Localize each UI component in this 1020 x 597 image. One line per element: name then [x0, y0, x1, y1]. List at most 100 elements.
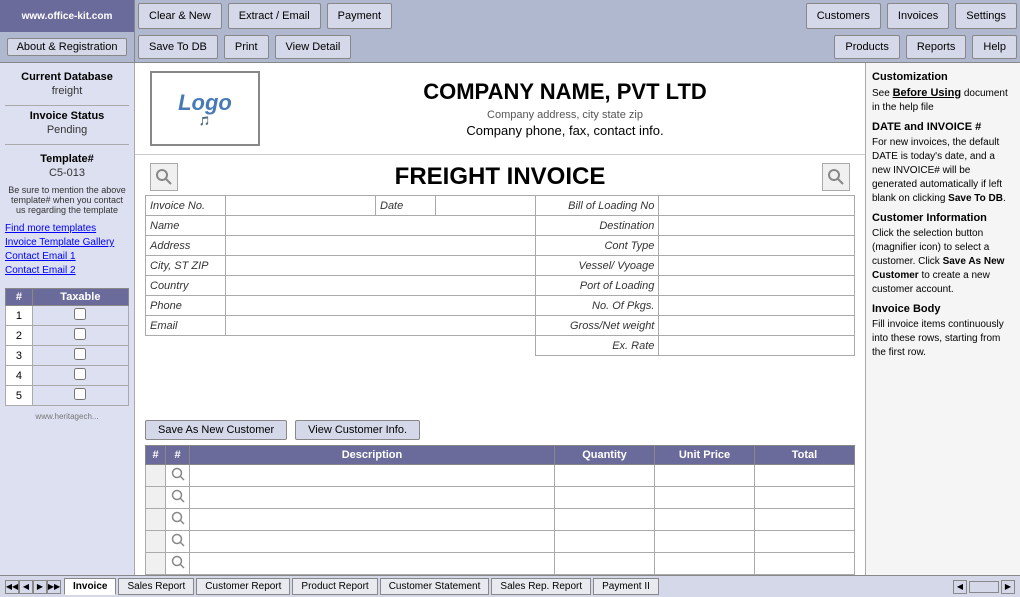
tab-sales-rep-report[interactable]: Sales Rep. Report	[491, 578, 591, 595]
body-unit-price-input[interactable]	[655, 553, 755, 575]
body-unit-price-input[interactable]	[655, 465, 755, 487]
invoice-no-input[interactable]	[226, 196, 376, 216]
find-templates-link[interactable]: Find more templates	[5, 223, 129, 234]
country-input[interactable]	[226, 276, 536, 296]
cont-type-label: Cont Type	[536, 236, 659, 256]
row-checkbox[interactable]	[32, 326, 128, 346]
contact-email-1-link[interactable]: Contact Email 1	[5, 251, 129, 262]
body-quantity-input[interactable]	[555, 509, 655, 531]
form-row: Address Cont Type	[146, 236, 855, 256]
invoices-button[interactable]: Invoices	[887, 3, 949, 29]
customers-button[interactable]: Customers	[806, 3, 881, 29]
body-quantity-input[interactable]	[555, 487, 655, 509]
tab-nav-next[interactable]: ▶	[33, 580, 47, 594]
payment-button[interactable]: Payment	[327, 3, 392, 29]
num-pkgs-input[interactable]	[659, 296, 855, 316]
print-button[interactable]: Print	[224, 35, 269, 59]
body-total-input[interactable]	[755, 487, 855, 509]
body-total-input[interactable]	[755, 465, 855, 487]
row-checkbox[interactable]	[32, 386, 128, 406]
ex-rate-input[interactable]	[659, 336, 855, 356]
body-total-input[interactable]	[755, 553, 855, 575]
tab-payment-ii[interactable]: Payment II	[593, 578, 659, 595]
body-row-icon[interactable]	[166, 509, 190, 531]
port-loading-input[interactable]	[659, 276, 855, 296]
reports-button[interactable]: Reports	[906, 35, 967, 59]
customization-text: See Before Using document in the help fi…	[872, 86, 1014, 115]
about-registration-button[interactable]: About & Registration	[7, 38, 127, 56]
tab-customer-report[interactable]: Customer Report	[196, 578, 290, 595]
body-description-input[interactable]	[190, 487, 555, 509]
view-detail-button[interactable]: View Detail	[275, 35, 352, 59]
save-to-db-button[interactable]: Save To DB	[138, 35, 218, 59]
contact-email-2-link[interactable]: Contact Email 2	[5, 265, 129, 276]
body-row	[146, 487, 855, 509]
tab-customer-statement[interactable]: Customer Statement	[380, 578, 490, 595]
city-input[interactable]	[226, 256, 536, 276]
body-description-input[interactable]	[190, 509, 555, 531]
tab-nav-last[interactable]: ▶▶	[47, 580, 61, 594]
phone-input[interactable]	[226, 296, 536, 316]
body-row-icon[interactable]	[166, 465, 190, 487]
body-total-input[interactable]	[755, 531, 855, 553]
body-row-icon[interactable]	[166, 553, 190, 575]
tab-sales-report[interactable]: Sales Report	[118, 578, 194, 595]
tab-product-report[interactable]: Product Report	[292, 578, 377, 595]
email-input[interactable]	[226, 316, 536, 336]
tab-nav-first[interactable]: ◀◀	[5, 580, 19, 594]
scrollbar-right[interactable]: ▶	[1001, 580, 1015, 594]
products-button[interactable]: Products	[834, 35, 899, 59]
name-input[interactable]	[226, 216, 536, 236]
row-checkbox[interactable]	[32, 346, 128, 366]
website-label: www.office-kit.com	[22, 11, 113, 22]
magnifier-right-icon[interactable]	[822, 163, 850, 191]
body-quantity-input[interactable]	[555, 531, 655, 553]
body-quantity-input[interactable]	[555, 553, 655, 575]
help-button[interactable]: Help	[972, 35, 1017, 59]
row-checkbox[interactable]	[32, 306, 128, 326]
body-unit-price-input[interactable]	[655, 531, 755, 553]
body-description-input[interactable]	[190, 465, 555, 487]
template-gallery-link[interactable]: Invoice Template Gallery	[5, 237, 129, 248]
tab-nav-prev[interactable]: ◀	[19, 580, 33, 594]
scrollbar-left[interactable]: ◀	[953, 580, 967, 594]
scrollbar-thumb[interactable]	[969, 581, 999, 593]
gross-weight-input[interactable]	[659, 316, 855, 336]
body-total-input[interactable]	[755, 509, 855, 531]
address-input[interactable]	[226, 236, 536, 256]
view-customer-info-button[interactable]: View Customer Info.	[295, 420, 420, 440]
row-num: 5	[6, 386, 33, 406]
date-input[interactable]	[436, 196, 536, 216]
body-row	[146, 531, 855, 553]
bill-of-loading-input[interactable]	[659, 196, 855, 216]
save-as-new-customer-button[interactable]: Save As New Customer	[145, 420, 287, 440]
vessel-input[interactable]	[659, 256, 855, 276]
date-label: Date	[376, 196, 436, 216]
body-description-input[interactable]	[190, 553, 555, 575]
body-unit-price-input[interactable]	[655, 487, 755, 509]
clear-new-button[interactable]: Clear & New	[138, 3, 222, 29]
col-total: Total	[755, 446, 855, 465]
before-using-highlight: Before Using	[893, 87, 961, 99]
extract-email-button[interactable]: Extract / Email	[228, 3, 321, 29]
port-loading-label: Port of Loading	[536, 276, 659, 296]
footer-watermark: www.heritagech...	[5, 412, 129, 421]
template-label: Template#	[5, 153, 129, 165]
destination-input[interactable]	[659, 216, 855, 236]
row-checkbox[interactable]	[32, 366, 128, 386]
body-row-icon[interactable]	[166, 531, 190, 553]
settings-button[interactable]: Settings	[955, 3, 1017, 29]
row-num: 4	[6, 366, 33, 386]
body-unit-price-input[interactable]	[655, 509, 755, 531]
template-value: C5-013	[5, 167, 129, 179]
magnifier-left-icon[interactable]	[150, 163, 178, 191]
date-invoice-title: DATE and INVOICE #	[872, 121, 1014, 133]
body-row-icon[interactable]	[166, 487, 190, 509]
body-description-input[interactable]	[190, 531, 555, 553]
body-quantity-input[interactable]	[555, 465, 655, 487]
table-row: 4	[6, 366, 129, 386]
app-logo: www.office-kit.com	[0, 0, 135, 32]
cont-type-input[interactable]	[659, 236, 855, 256]
tab-invoice[interactable]: Invoice	[64, 578, 116, 595]
company-phone: Company phone, fax, contact info.	[280, 123, 850, 138]
